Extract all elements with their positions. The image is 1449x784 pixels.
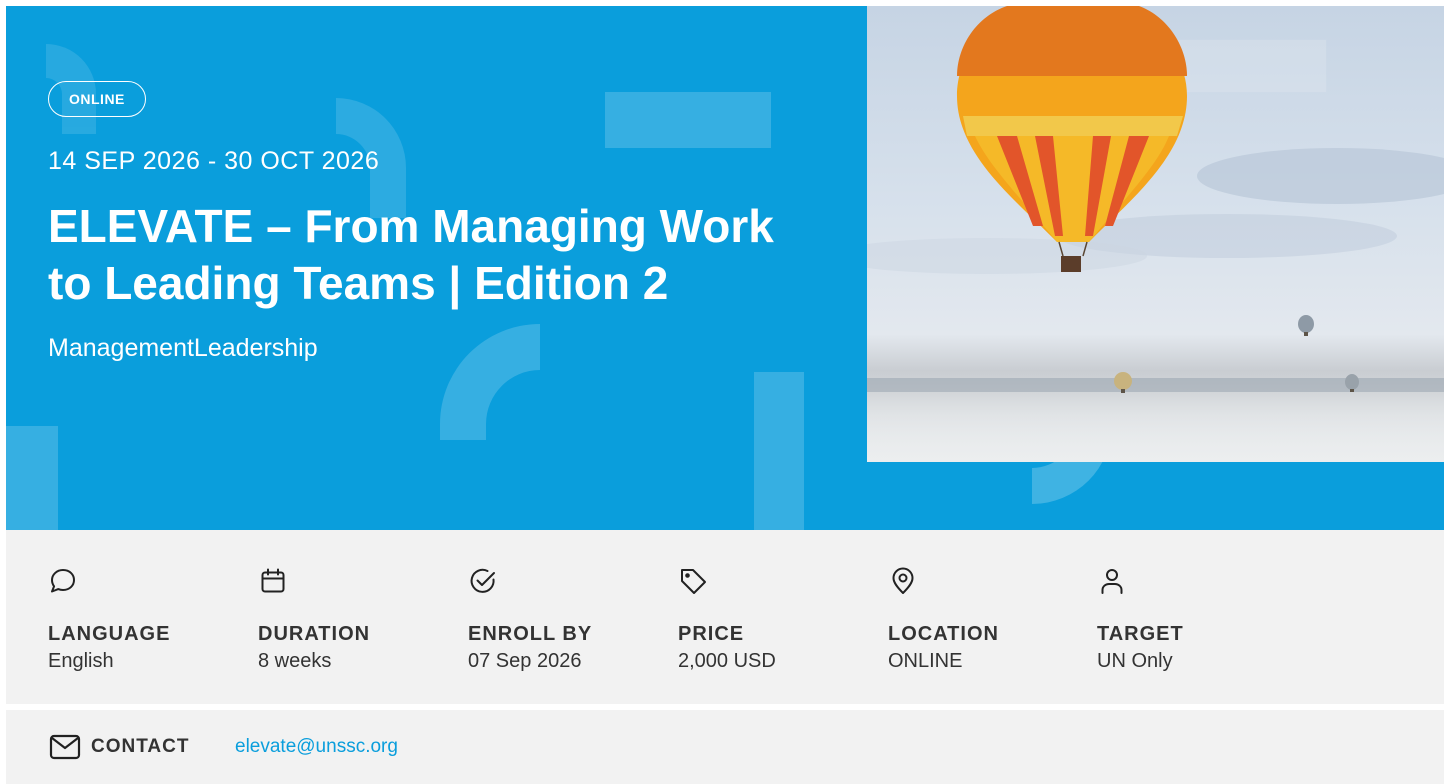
detail-location-value: ONLINE [888, 650, 963, 672]
contact-email-link[interactable]: elevate@unssc.org [235, 736, 398, 758]
calendar-icon [261, 568, 285, 593]
price-tag-icon [681, 569, 706, 594]
detail-enroll-by-label: ENROLL BY [468, 623, 593, 645]
course-page: ONLINE 14 SEP 2026 - 30 OCT 2026 ELEVATE… [0, 0, 1449, 784]
envelope-icon [49, 734, 81, 760]
detail-language-label: LANGUAGE [48, 623, 171, 645]
detail-price-label: PRICE [678, 623, 745, 645]
distant-balloon [1298, 315, 1314, 336]
detail-duration: DURATION 8 weeks [258, 566, 458, 673]
decor-shape [754, 372, 804, 530]
detail-enroll-by-value: 07 Sep 2026 [468, 650, 582, 672]
detail-location: LOCATION ONLINE [888, 566, 1088, 673]
course-title: ELEVATE – From Managing Work to Leading … [48, 200, 774, 310]
contact-label: CONTACT [91, 736, 190, 757]
user-icon [1101, 569, 1123, 594]
delivery-mode-badge: ONLINE [48, 81, 146, 117]
detail-language: LANGUAGE English [48, 566, 248, 673]
detail-target-value: UN Only [1097, 650, 1173, 672]
detail-location-label: LOCATION [888, 623, 999, 645]
contact-bar: CONTACT elevate@unssc.org [6, 710, 1444, 784]
location-pin-icon [892, 567, 914, 594]
detail-target-label: TARGET [1097, 623, 1184, 645]
detail-duration-label: DURATION [258, 623, 371, 645]
course-tags: ManagementLeadership [48, 334, 318, 363]
detail-price: PRICE 2,000 USD [678, 566, 878, 673]
decor-shape [6, 426, 58, 530]
course-dates: 14 SEP 2026 - 30 OCT 2026 [48, 147, 380, 175]
course-hero-banner: ONLINE 14 SEP 2026 - 30 OCT 2026 ELEVATE… [6, 6, 1444, 530]
detail-duration-value: 8 weeks [258, 650, 332, 672]
detail-target: TARGET UN Only [1097, 566, 1297, 673]
detail-price-value: 2,000 USD [678, 650, 776, 672]
detail-enroll-by: ENROLL BY 07 Sep 2026 [468, 566, 668, 673]
balloon-illustration [867, 6, 1444, 462]
detail-language-value: English [48, 650, 114, 672]
hero-text-block: ONLINE 14 SEP 2026 - 30 OCT 2026 ELEVATE… [48, 81, 828, 363]
course-details-bar: LANGUAGE English DURATION 8 weeks ENROLL… [6, 530, 1444, 704]
hero-image-hot-air-balloons [867, 6, 1444, 462]
speech-bubble-icon [51, 569, 75, 593]
check-circle-icon [470, 568, 495, 593]
